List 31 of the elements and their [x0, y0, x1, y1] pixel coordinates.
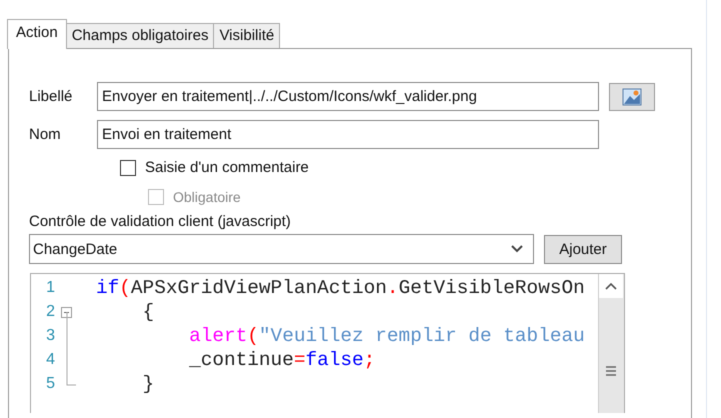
scroll-up-icon[interactable] [599, 274, 623, 298]
line-number: 1 [45, 279, 55, 297]
checkbox-label: Saisie d'un commentaire [145, 159, 309, 176]
scroll-grip-icon [605, 366, 617, 376]
image-button[interactable] [609, 82, 655, 110]
checkbox[interactable] [120, 160, 136, 176]
validation-label: Contrôle de validation client (javascript) [29, 213, 292, 230]
code-line: if(APSxGridViewPlanAction.GetVisibleRowsOn [96, 277, 585, 299]
picture-icon [622, 88, 642, 106]
code-line: { [142, 301, 154, 323]
label-field[interactable]: Envoyer en traitement|../../Custom/Icons/wkf_valider.png [97, 82, 599, 111]
chevron-down-icon [511, 245, 523, 253]
add-button[interactable]: Ajouter [544, 234, 622, 264]
line-number: 3 [45, 327, 55, 345]
collapse-icon[interactable] [61, 306, 72, 318]
validation-dropdown[interactable]: ChangeDate [29, 234, 534, 264]
code-line: } [142, 373, 154, 395]
code-line: alert("Veuillez remplir de tableau [188, 325, 585, 347]
code-line: _continue=false; [188, 349, 376, 371]
field-label: Nom [28, 126, 62, 143]
tab[interactable]: Action [7, 19, 67, 49]
name-field[interactable]: Envoi en traitement [97, 120, 599, 149]
checkbox-label: Obligatoire [173, 189, 241, 205]
scrollbar[interactable] [598, 274, 624, 413]
line-number: 5 [45, 375, 55, 393]
line-number: 2 [45, 303, 55, 321]
line-number: 4 [45, 351, 55, 369]
code-editor[interactable]: 1 if(APSxGridViewPlanAction.GetVisibleRowsOn 2 { 3 alert("Veuillez remplir de tableau 4 _continue=false; 5 } [30, 273, 625, 413]
tab[interactable]: Champs obligatoires [66, 23, 214, 48]
tab[interactable]: Visibilité [213, 23, 280, 48]
field-label: Libellé [28, 88, 74, 105]
